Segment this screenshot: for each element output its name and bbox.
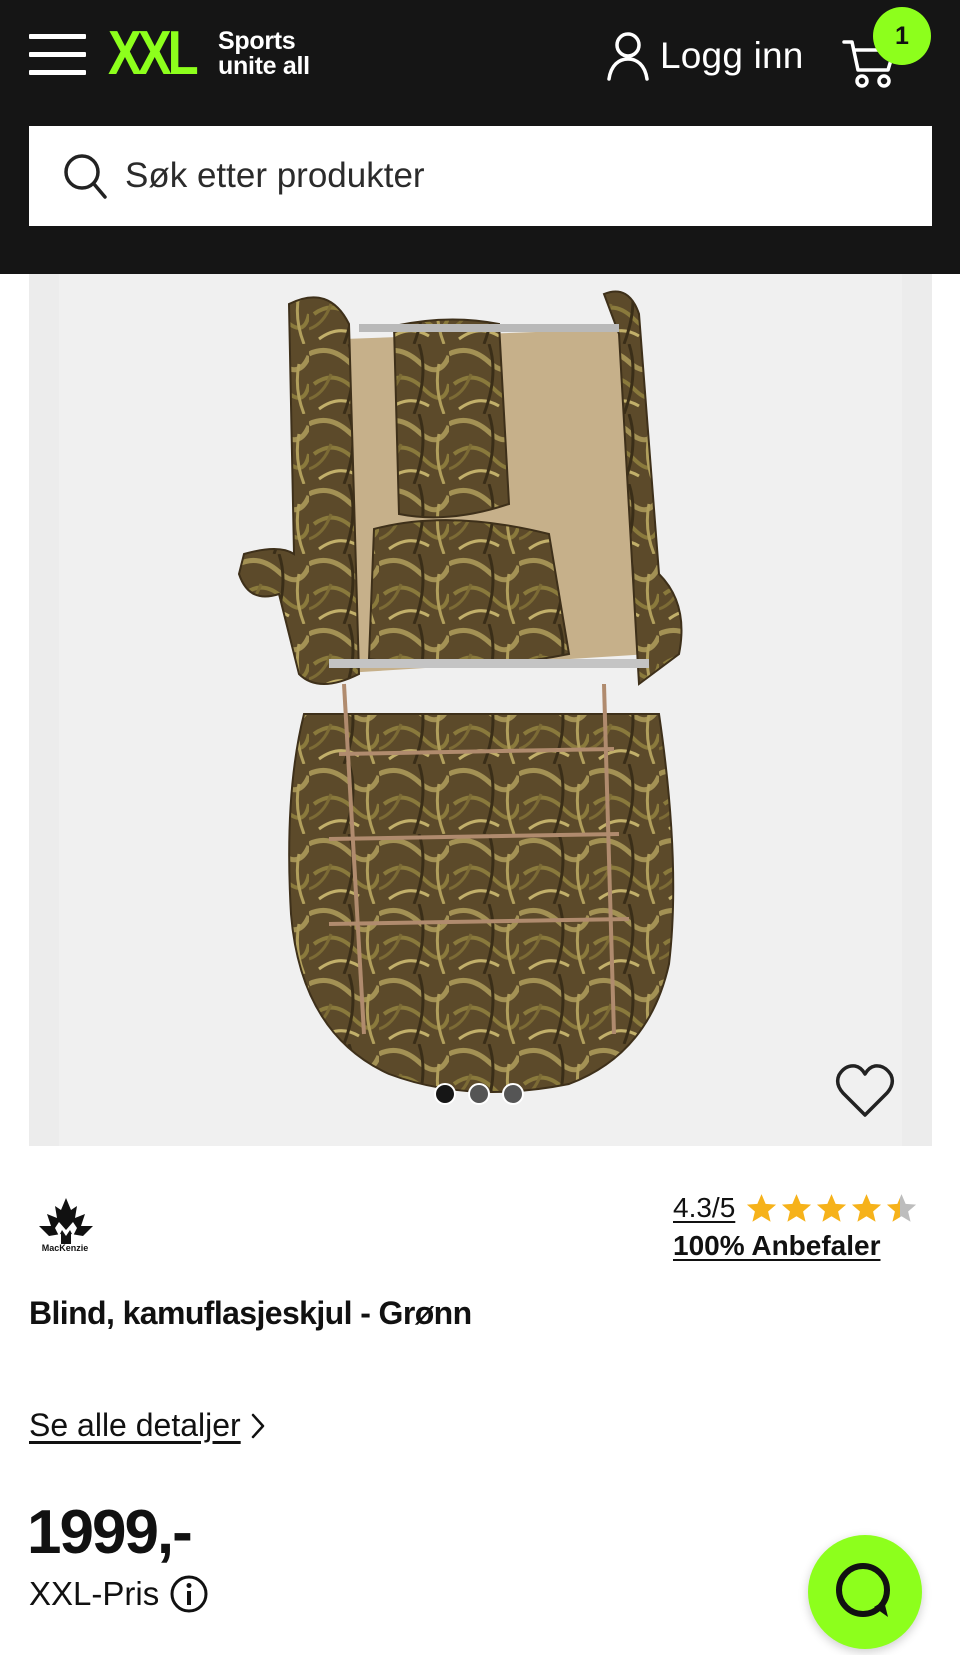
recommend-link[interactable]: 100% Anbefaler xyxy=(673,1230,881,1262)
gallery-dot[interactable] xyxy=(434,1083,456,1105)
gallery-dot[interactable] xyxy=(502,1083,524,1105)
product-image-gallery[interactable] xyxy=(29,274,932,1146)
half-star-icon xyxy=(887,1193,917,1222)
star-icon xyxy=(747,1193,777,1222)
product-title: Blind, kamuflasjeskjul - Grønn xyxy=(29,1295,472,1331)
search-bar[interactable] xyxy=(29,126,932,226)
chevron-right-icon xyxy=(251,1413,264,1438)
details-link-label: Se alle detaljer xyxy=(29,1407,241,1443)
top-header: XXL Sports unite all Logg inn 1 xyxy=(0,0,960,274)
heart-icon[interactable] xyxy=(835,1063,895,1119)
login-button[interactable]: Logg inn xyxy=(606,28,804,83)
login-label: Logg inn xyxy=(660,34,804,76)
logo-tagline: Sports unite all xyxy=(218,27,310,80)
search-icon xyxy=(64,154,107,199)
star-icon xyxy=(817,1193,847,1222)
brand-name: MacKenzie xyxy=(41,1243,89,1253)
rating-stars xyxy=(745,1192,918,1225)
menu-icon[interactable] xyxy=(29,34,86,76)
xxl-logo[interactable]: XXL Sports unite all xyxy=(108,22,310,86)
see-all-details-link[interactable]: Se alle detaljer xyxy=(29,1407,265,1444)
logo-mark: XXL xyxy=(108,19,199,88)
star-icon xyxy=(782,1193,812,1222)
product-price: 1999,- xyxy=(27,1498,193,1567)
chat-button[interactable] xyxy=(808,1535,922,1649)
search-input[interactable] xyxy=(125,156,885,196)
info-icon[interactable] xyxy=(169,1574,209,1614)
cart-count-badge: 1 xyxy=(873,7,931,65)
product-image xyxy=(237,290,683,1093)
rating-score: 4.3/5 xyxy=(673,1192,736,1223)
gallery-dot[interactable] xyxy=(468,1083,490,1105)
star-icon xyxy=(852,1193,882,1222)
chat-icon xyxy=(836,1563,890,1617)
price-label-row: XXL-Pris xyxy=(29,1574,209,1614)
price-label: XXL-Pris xyxy=(29,1575,160,1612)
rating[interactable]: 4.3/5 xyxy=(673,1190,918,1226)
gallery-pagination xyxy=(434,1083,524,1105)
user-icon xyxy=(607,31,649,81)
